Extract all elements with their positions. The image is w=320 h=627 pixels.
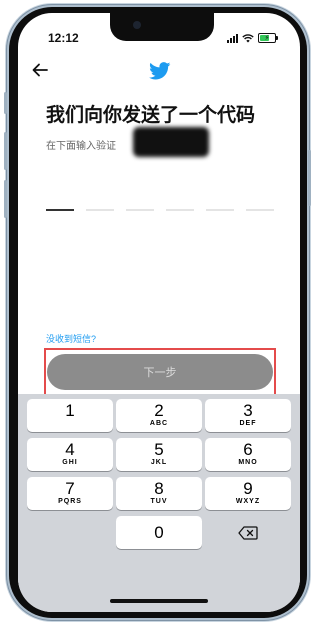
key-4[interactable]: 4 GHI — [27, 438, 113, 471]
next-button[interactable]: 下一步 — [47, 354, 273, 390]
cellular-signal-icon — [227, 33, 238, 43]
code-digit-slot[interactable] — [206, 209, 234, 211]
key-number: 8 — [154, 479, 164, 498]
side-button-volume-up — [4, 132, 7, 170]
key-9[interactable]: 9 WXYZ — [205, 477, 291, 510]
key-7[interactable]: 7 PQRS — [27, 477, 113, 510]
code-digit-slot[interactable] — [86, 209, 114, 211]
key-2[interactable]: 2 ABC — [116, 399, 202, 432]
status-time: 12:12 — [48, 31, 79, 45]
key-letters: TUV — [150, 498, 168, 505]
key-letters: PQRS — [58, 498, 82, 505]
key-number: 2 — [154, 401, 164, 420]
code-digit-slot[interactable] — [166, 209, 194, 211]
key-letters: ABC — [149, 420, 169, 427]
screen: 12:12 ⚡ 我们向你发送了一个代码 在下面输入验证 没收到短信? 下一步 1… — [18, 13, 300, 612]
camera-icon — [133, 21, 141, 29]
battery-charging-icon: ⚡ — [258, 33, 278, 43]
code-input[interactable] — [46, 209, 274, 211]
key-letters: JKL — [150, 459, 168, 466]
key-number: 0 — [154, 523, 164, 542]
key-1[interactable]: 1 — [27, 399, 113, 432]
delete-key[interactable] — [205, 516, 291, 549]
delete-backspace-icon — [238, 525, 258, 540]
key-3[interactable]: 3 DEF — [205, 399, 291, 432]
key-letters: GHI — [62, 459, 78, 466]
status-icons: ⚡ — [227, 33, 278, 43]
side-button-volume-down — [4, 180, 7, 218]
key-8[interactable]: 8 TUV — [116, 477, 202, 510]
notch — [110, 13, 214, 41]
resend-sms-link[interactable]: 没收到短信? — [46, 332, 96, 345]
code-digit-slot[interactable] — [126, 209, 154, 211]
key-5[interactable]: 5 JKL — [116, 438, 202, 471]
key-0[interactable]: 0 — [116, 516, 202, 549]
key-letters: DEF — [239, 420, 257, 427]
code-digit-slot[interactable] — [46, 209, 74, 211]
page-subtitle: 在下面输入验证 — [46, 141, 116, 152]
numeric-keypad: 1 2 ABC 3 DEF 4 GHI 5 JKL 6 MNO 7 PQRS 8 — [18, 394, 300, 612]
code-digit-slot[interactable] — [246, 209, 274, 211]
key-number: 5 — [154, 440, 164, 459]
redacted-phone-number — [133, 127, 209, 157]
key-letters: MNO — [238, 459, 258, 466]
wifi-icon — [242, 33, 254, 42]
key-number: 6 — [243, 440, 253, 459]
back-arrow-icon[interactable] — [32, 63, 48, 77]
key-6[interactable]: 6 MNO — [205, 438, 291, 471]
home-indicator[interactable] — [110, 599, 208, 603]
page-title: 我们向你发送了一个代码 — [46, 105, 256, 126]
key-letters: WXYZ — [235, 498, 261, 505]
key-number: 9 — [243, 479, 253, 498]
side-button-action — [4, 92, 7, 114]
twitter-bird-icon — [149, 62, 171, 80]
key-number: 4 — [65, 440, 75, 459]
key-number: 3 — [243, 401, 253, 420]
side-button-power — [308, 150, 311, 206]
key-number: 1 — [65, 401, 75, 420]
key-number: 7 — [65, 479, 75, 498]
